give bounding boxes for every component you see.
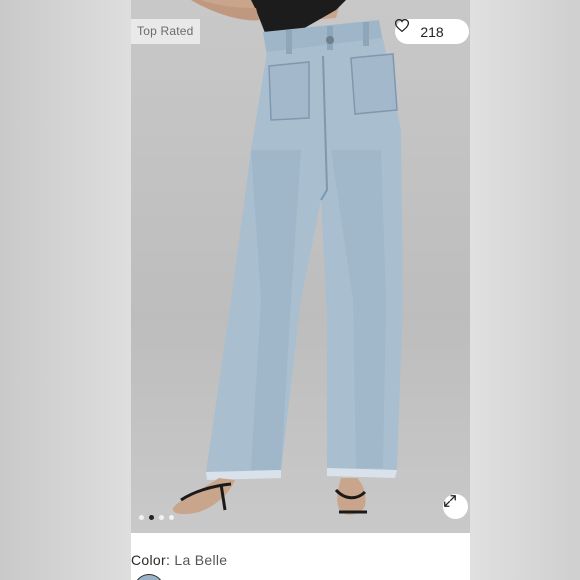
color-value: La Belle xyxy=(174,552,228,568)
background-left xyxy=(0,0,131,580)
carousel-dot[interactable] xyxy=(139,515,144,520)
carousel-dots xyxy=(139,515,174,520)
color-label: Color: xyxy=(131,552,171,568)
background-right xyxy=(470,0,580,580)
color-swatch[interactable] xyxy=(134,574,164,580)
carousel-dot-active[interactable] xyxy=(149,515,154,520)
carousel-dot[interactable] xyxy=(159,515,164,520)
heart-outline-icon xyxy=(395,19,409,32)
product-card: Top Rated 218 Color: La Belle xyxy=(131,0,470,580)
expand-button[interactable] xyxy=(443,494,468,519)
expand-arrows-icon xyxy=(444,495,456,507)
jeans-photo xyxy=(172,0,403,515)
like-button[interactable]: 218 xyxy=(395,19,469,44)
color-selection-label: Color: La Belle xyxy=(131,552,227,568)
top-rated-badge: Top Rated xyxy=(131,19,200,44)
carousel-dot[interactable] xyxy=(169,515,174,520)
like-count: 218 xyxy=(420,23,444,40)
product-image[interactable]: Top Rated 218 xyxy=(131,0,470,533)
